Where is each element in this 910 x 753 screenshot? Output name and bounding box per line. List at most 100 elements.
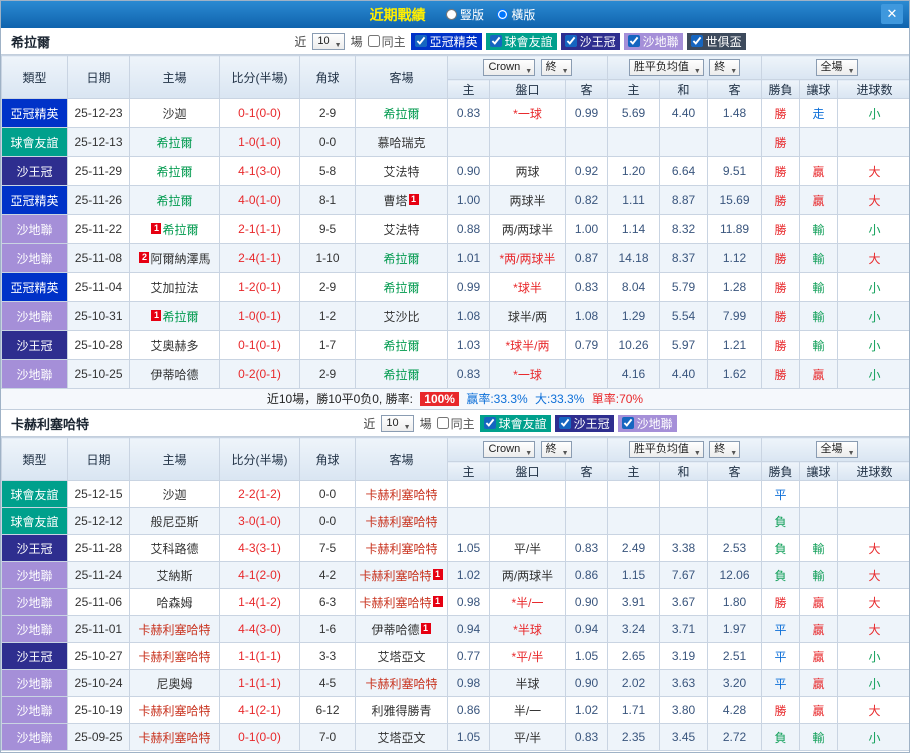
view-option-horizontal[interactable]: 橫版: [497, 6, 535, 23]
league-checkbox[interactable]: [415, 35, 427, 47]
home-odds: 1.01: [448, 244, 490, 273]
match-date: 25-11-24: [68, 562, 130, 589]
match-row: 沙地聯 25-10-25 伊蒂哈德 0-2(0-1) 2-9 希拉爾 0.83 …: [2, 360, 910, 389]
home-team-name: 希拉爾: [162, 223, 198, 237]
recent-count-select[interactable]: 10: [312, 33, 344, 50]
odds-time-select[interactable]: 終: [541, 59, 572, 76]
home-team: 2阿爾納澤馬: [130, 244, 220, 273]
league-filter-chip[interactable]: 世俱盃: [687, 33, 746, 50]
filters: 近 10 場 同主 亞冠精英: [131, 33, 909, 50]
corner-score: 6-12: [300, 697, 356, 724]
home-odds: 0.99: [448, 273, 490, 302]
avg-odds-select[interactable]: 胜平负均值: [629, 441, 704, 458]
league-label: 世俱盃: [706, 33, 742, 50]
league-filter-chip[interactable]: 亞冠精英: [411, 33, 482, 50]
avg-away-odds: 1.80: [708, 589, 762, 616]
avg-draw-odds: 3.71: [660, 616, 708, 643]
league-filter-chip[interactable]: 沙地聯: [618, 415, 677, 432]
league-checkbox[interactable]: [622, 417, 634, 429]
avg-odds-select[interactable]: 胜平负均值: [629, 59, 704, 76]
same-home-filter[interactable]: 同主: [368, 33, 406, 50]
home-odds: 0.98: [448, 589, 490, 616]
league-label: 沙王冠: [580, 33, 616, 50]
league-type-badge: 沙地聯: [2, 360, 68, 389]
away-team: 艾法特: [356, 157, 448, 186]
avg-away-odds: 1.12: [708, 244, 762, 273]
scope-select[interactable]: 全場: [816, 59, 858, 76]
avg-away-odds: 1.97: [708, 616, 762, 643]
avg-home-odds: [608, 128, 660, 157]
score: 1-1(1-1): [220, 670, 300, 697]
avg-away-odds: 7.99: [708, 302, 762, 331]
league-checkbox[interactable]: [559, 417, 571, 429]
score: 1-4(1-2): [220, 589, 300, 616]
result-wdl: 勝: [762, 186, 800, 215]
home-team: 卡赫利塞哈特: [130, 724, 220, 751]
league-filter-chip[interactable]: 球會友誼: [480, 415, 551, 432]
league-checkbox[interactable]: [691, 35, 703, 47]
match-date: 25-10-27: [68, 643, 130, 670]
scope-select[interactable]: 全場: [816, 441, 858, 458]
home-odds: 1.03: [448, 331, 490, 360]
league-type-badge: 亞冠精英: [2, 273, 68, 302]
avg-time-select[interactable]: 終: [709, 59, 740, 76]
result-handicap: 贏: [800, 670, 838, 697]
match-date: 25-12-15: [68, 481, 130, 508]
team-section-2: 卡赫利塞哈特 近 10 場 同主 球會友誼: [1, 410, 909, 751]
result-goals: 小: [838, 99, 910, 128]
home-odds: 1.08: [448, 302, 490, 331]
handicap-line: *球半: [490, 273, 566, 302]
league-checkbox[interactable]: [628, 35, 640, 47]
league-checkbox[interactable]: [565, 35, 577, 47]
same-home-filter[interactable]: 同主: [437, 415, 475, 432]
league-filter-chip[interactable]: 沙王冠: [555, 415, 614, 432]
avg-time-select[interactable]: 終: [709, 441, 740, 458]
same-home-checkbox[interactable]: [368, 35, 380, 47]
league-checkbox[interactable]: [484, 417, 496, 429]
corner-score: 2-9: [300, 360, 356, 389]
league-type-badge: 沙地聯: [2, 302, 68, 331]
vertical-view-radio[interactable]: [446, 9, 457, 20]
away-team: 曹塔1: [356, 186, 448, 215]
league-type-badge: 亞冠精英: [2, 186, 68, 215]
horizontal-view-radio[interactable]: [497, 9, 508, 20]
result-wdl: 勝: [762, 360, 800, 389]
match-date: 25-10-31: [68, 302, 130, 331]
view-option-vertical[interactable]: 豎版: [446, 6, 484, 23]
away-odds: 0.92: [566, 157, 608, 186]
away-odds: 1.05: [566, 643, 608, 670]
match-date: 25-12-12: [68, 508, 130, 535]
avg-home-odds: [608, 481, 660, 508]
titlebar-center: 近期戰績 豎版 橫版: [370, 5, 541, 25]
close-icon[interactable]: ✕: [881, 4, 903, 24]
avg-draw-odds: 5.79: [660, 273, 708, 302]
result-goals: 大: [838, 157, 910, 186]
home-odds: 1.05: [448, 535, 490, 562]
result-handicap: 贏: [800, 616, 838, 643]
bookmaker-select[interactable]: Crown: [483, 59, 535, 76]
result-wdl: 勝: [762, 302, 800, 331]
bookmaker-select[interactable]: Crown: [483, 441, 535, 458]
avg-draw-odds: 3.67: [660, 589, 708, 616]
avg-away-odds: 9.51: [708, 157, 762, 186]
col-avg-away: 客: [708, 462, 762, 481]
recent-count-select[interactable]: 10: [381, 415, 413, 432]
away-odds: 1.00: [566, 215, 608, 244]
home-team: 沙迦: [130, 99, 220, 128]
league-checkbox[interactable]: [490, 35, 502, 47]
away-team: 艾法特: [356, 215, 448, 244]
odds-time-select[interactable]: 終: [541, 441, 572, 458]
league-filter-chip[interactable]: 球會友誼: [486, 33, 557, 50]
league-filter-chip[interactable]: 沙王冠: [561, 33, 620, 50]
odds-group-header: Crown 終: [448, 438, 608, 462]
avg-away-odds: [708, 508, 762, 535]
home-team: 艾加拉法: [130, 273, 220, 302]
handicap-line: 球半/两: [490, 302, 566, 331]
league-label: 沙地聯: [643, 33, 679, 50]
match-date: 25-11-04: [68, 273, 130, 302]
red-card-badge: 2: [139, 252, 149, 263]
home-team: 希拉爾: [130, 157, 220, 186]
league-filter-chip[interactable]: 沙地聯: [624, 33, 683, 50]
result-wdl: 勝: [762, 273, 800, 302]
same-home-checkbox[interactable]: [437, 417, 449, 429]
